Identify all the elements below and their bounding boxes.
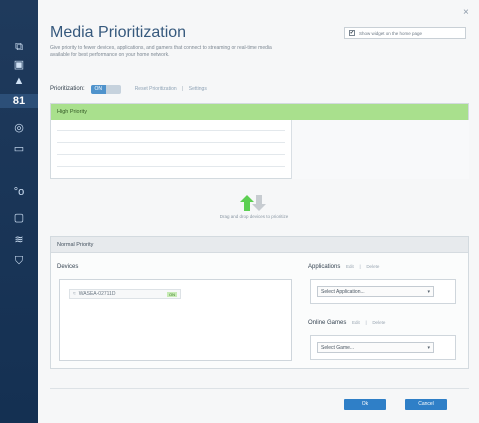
- online-games-separator: |: [365, 320, 367, 325]
- device-name: WASEA-02711D: [78, 291, 116, 297]
- online-games-label-row: Online Games Edit | Delete: [308, 320, 385, 326]
- reset-prioritization-link[interactable]: Reset Prioritization: [135, 86, 177, 92]
- devices-list[interactable]: ≈ WASEA-02711D ON: [59, 279, 292, 361]
- router-icon[interactable]: ▣: [10, 57, 28, 71]
- chevron-down-icon: ▾: [427, 345, 430, 351]
- applications-separator: |: [359, 264, 361, 269]
- wifi-icon[interactable]: ≋: [10, 232, 28, 246]
- online-games-edit-link[interactable]: Edit: [352, 320, 360, 325]
- prioritization-toggle[interactable]: ON: [90, 84, 121, 94]
- online-games-select[interactable]: Select Game... ▾: [317, 342, 434, 353]
- wifi-icon-glyph: ≋: [14, 233, 24, 246]
- main-panel: × Media Prioritization Give priority to …: [38, 0, 479, 423]
- applications-box: Select Application... ▾: [310, 279, 456, 304]
- card-icon[interactable]: ▭: [10, 141, 28, 155]
- sidebar: ⧉ ▣ ▲ 81 ◎ ▭ °o ▢ ≋ ⛉: [0, 0, 38, 423]
- drag-hint-text: Drag and drop devices to prioritize: [219, 214, 289, 219]
- applications-select[interactable]: Select Application... ▾: [317, 286, 434, 297]
- high-priority-right-area: [291, 120, 469, 179]
- settings-icon-glyph: °o: [13, 186, 25, 198]
- wifi-device-icon: ≈: [73, 291, 76, 297]
- cancel-button[interactable]: Cancel: [405, 399, 447, 410]
- online-games-box: Select Game... ▾: [310, 335, 456, 360]
- close-icon[interactable]: ×: [463, 8, 473, 18]
- show-widget-label: Show widget on the home page: [359, 30, 423, 36]
- settings-link[interactable]: Settings: [189, 86, 207, 92]
- media-prioritization-icon[interactable]: 81: [0, 94, 38, 108]
- normal-priority-header: Normal Priority: [51, 237, 468, 253]
- prioritization-links: Reset Prioritization | Settings: [135, 86, 207, 92]
- media-prioritization-window: ⧉ ▣ ▲ 81 ◎ ▭ °o ▢ ≋ ⛉ × Media Prioritization Give…: [0, 0, 479, 423]
- alert-icon-glyph: ▲: [13, 75, 25, 87]
- settings-icon[interactable]: °o: [10, 185, 28, 199]
- online-games-select-value: Select Game...: [321, 345, 355, 351]
- high-priority-header: High Priority: [51, 104, 468, 120]
- shield-icon[interactable]: ⛉: [10, 254, 28, 268]
- online-games-delete-link[interactable]: Delete: [372, 320, 385, 325]
- applications-label: Applications: [308, 264, 341, 270]
- page-description: Give priority to fewer devices, applicat…: [50, 45, 272, 58]
- devices-label: Devices: [57, 264, 79, 270]
- show-widget-checkbox[interactable]: ✔ Show widget on the home page: [344, 27, 466, 39]
- arrow-up-icon: [240, 195, 254, 211]
- network-map-icon-glyph: ⧉: [15, 40, 23, 53]
- chevron-down-icon: ▾: [427, 289, 430, 295]
- device-item[interactable]: ≈ WASEA-02711D ON: [69, 289, 181, 299]
- card-icon-glyph: ▭: [13, 142, 25, 155]
- high-priority-row-divider: [57, 166, 285, 167]
- footer-divider: [50, 388, 469, 389]
- monitor-icon[interactable]: ▢: [10, 210, 28, 224]
- monitor-icon-glyph: ▢: [13, 211, 25, 224]
- device-status-badge: ON: [167, 291, 177, 297]
- alert-icon[interactable]: ▲: [10, 74, 28, 88]
- high-priority-row-divider: [57, 154, 285, 155]
- applications-select-value: Select Application...: [321, 289, 365, 295]
- prioritization-row: Prioritization: ON Reset Prioritization …: [50, 84, 207, 94]
- high-priority-panel[interactable]: High Priority: [50, 103, 469, 179]
- high-priority-list[interactable]: [51, 120, 291, 179]
- checkbox-icon[interactable]: ✔: [349, 30, 355, 36]
- shield-icon-glyph: ⛉: [14, 254, 24, 267]
- toggle-on-label: ON: [90, 84, 106, 94]
- applications-delete-link[interactable]: Delete: [366, 264, 379, 269]
- link-separator: |: [182, 86, 184, 92]
- router-icon-glyph: ▣: [13, 58, 25, 71]
- network-map-icon[interactable]: ⧉: [10, 40, 28, 54]
- normal-priority-panel: Normal Priority Devices ≈ WASEA-02711D O…: [50, 236, 469, 369]
- globe-icon-glyph: ◎: [14, 121, 24, 134]
- page-title: Media Prioritization: [50, 24, 187, 41]
- applications-edit-link[interactable]: Edit: [346, 264, 354, 269]
- online-games-label: Online Games: [308, 320, 347, 326]
- drag-arrows-icon: [240, 195, 266, 211]
- media-prioritization-icon-glyph: 81: [12, 95, 26, 107]
- globe-icon[interactable]: ◎: [10, 120, 28, 134]
- high-priority-row-divider: [57, 142, 285, 143]
- applications-label-row: Applications Edit | Delete: [308, 264, 379, 270]
- ok-button[interactable]: Ok: [344, 399, 386, 410]
- high-priority-row-divider: [57, 130, 285, 131]
- prioritization-label: Prioritization:: [50, 86, 85, 92]
- arrow-down-icon: [252, 195, 266, 211]
